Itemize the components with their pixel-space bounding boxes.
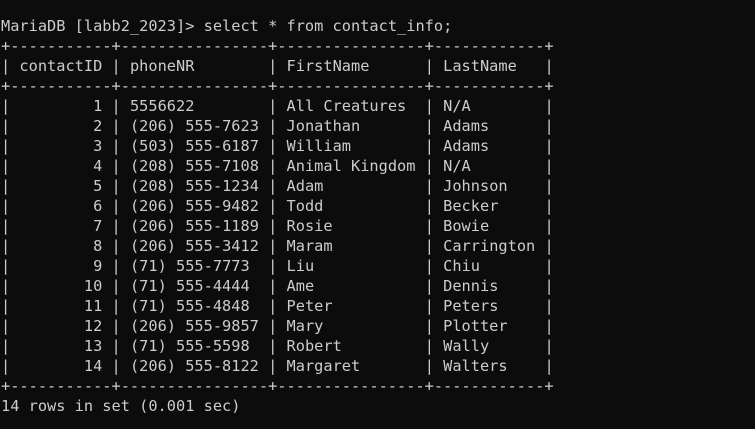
- table-cell: (206) 555-9857: [129, 317, 259, 335]
- table-header-row: | contactID | phoneNR | FirstName | Last…: [1, 57, 554, 75]
- table-cell: (71) 555-5598: [129, 337, 250, 355]
- table-row: | 4 | (208) 555-7108 | Animal Kingdom | …: [1, 157, 554, 175]
- table-cell: (206) 555-8122: [129, 357, 259, 375]
- table-cell: (206) 555-1189: [129, 217, 259, 235]
- column-header: LastName: [443, 57, 517, 75]
- table-cell: Jonathan: [286, 117, 361, 135]
- table-cell: Adam: [286, 177, 324, 195]
- table-cell: Adams: [443, 117, 490, 135]
- table-cell: (206) 555-9482: [129, 197, 259, 215]
- table-cell: Wally: [443, 337, 490, 355]
- table-cell: 6: [93, 197, 103, 215]
- table-cell: Johnson: [443, 177, 508, 195]
- column-header: FirstName: [286, 57, 370, 75]
- table-row: | 5 | (208) 555-1234 | Adam | Johnson |: [1, 177, 554, 195]
- table-cell: Walters: [443, 357, 508, 375]
- table-cell: Animal Kingdom: [286, 157, 416, 175]
- table-cell: 9: [93, 257, 103, 275]
- column-header: phoneNR: [129, 57, 195, 75]
- table-cell: Peter: [286, 297, 333, 315]
- prompt: MariaDB [labb2_2023]>: [1, 17, 195, 35]
- table-row: | 14 | (206) 555-8122 | Margaret | Walte…: [1, 357, 554, 375]
- table-cell: 10: [83, 277, 103, 295]
- terminal-window[interactable]: MariaDB [labb2_2023]> select * from cont…: [0, 0, 755, 429]
- command-text: select * from contact_info;: [203, 17, 453, 35]
- table-cell: Plotter: [443, 317, 508, 335]
- table-cell: Mary: [286, 317, 324, 335]
- table-cell: (208) 555-7108: [129, 157, 259, 175]
- table-cell: Chiu: [443, 257, 480, 275]
- table-cell: Margaret: [286, 357, 361, 375]
- table-cell: 2: [93, 117, 103, 135]
- query-result-table: +-----------+----------------+----------…: [1, 36, 755, 396]
- table-cell: Ame: [286, 277, 315, 295]
- table-cell: 12: [83, 317, 103, 335]
- table-cell: Adams: [443, 137, 490, 155]
- table-cell: (503) 555-6187: [129, 137, 259, 155]
- table-cell: 7: [93, 217, 103, 235]
- table-cell: (206) 555-3412: [129, 237, 259, 255]
- table-cell: N/A: [443, 157, 471, 175]
- table-cell: Bowie: [443, 217, 490, 235]
- table-cell: Carrington: [443, 237, 536, 255]
- table-cell: (71) 555-4444: [129, 277, 250, 295]
- table-row: | 12 | (206) 555-9857 | Mary | Plotter |: [1, 317, 554, 335]
- table-cell: (206) 555-7623: [129, 117, 259, 135]
- column-header: contactID: [19, 57, 103, 75]
- table-cell: Robert: [286, 337, 342, 355]
- table-cell: N/A: [443, 97, 471, 115]
- table-cell: (208) 555-1234: [129, 177, 259, 195]
- table-border: +-----------+----------------+----------…: [1, 377, 554, 395]
- table-cell: Liu: [286, 257, 315, 275]
- table-cell: Todd: [286, 197, 324, 215]
- table-cell: Maram: [286, 237, 333, 255]
- table-row: | 1 | 5556622 | All Creatures | N/A |: [1, 97, 554, 115]
- table-row: | 8 | (206) 555-3412 | Maram | Carringto…: [1, 237, 554, 255]
- table-cell: Peters: [443, 297, 499, 315]
- table-cell: Dennis: [443, 277, 499, 295]
- table-row: | 10 | (71) 555-4444 | Ame | Dennis |: [1, 277, 554, 295]
- table-row: | 6 | (206) 555-9482 | Todd | Becker |: [1, 197, 554, 215]
- table-row: | 7 | (206) 555-1189 | Rosie | Bowie |: [1, 217, 554, 235]
- table-row: | 3 | (503) 555-6187 | William | Adams |: [1, 137, 554, 155]
- table-cell: 8: [93, 237, 103, 255]
- table-row: | 11 | (71) 555-4848 | Peter | Peters |: [1, 297, 554, 315]
- table-cell: All Creatures: [286, 97, 407, 115]
- table-cell: 13: [83, 337, 103, 355]
- table-row: | 13 | (71) 555-5598 | Robert | Wally |: [1, 337, 554, 355]
- table-row: | 9 | (71) 555-7773 | Liu | Chiu |: [1, 257, 554, 275]
- table-cell: 11: [83, 297, 103, 315]
- table-border: +-----------+----------------+----------…: [1, 37, 554, 55]
- table-cell: 3: [93, 137, 103, 155]
- table-border: +-----------+----------------+----------…: [1, 77, 554, 95]
- table-cell: 14: [83, 357, 103, 375]
- table-cell: 4: [93, 157, 103, 175]
- table-cell: Becker: [443, 197, 499, 215]
- table-cell: (71) 555-4848: [129, 297, 250, 315]
- table-cell: 1: [93, 97, 103, 115]
- table-cell: (71) 555-7773: [129, 257, 250, 275]
- table-row: | 2 | (206) 555-7623 | Jonathan | Adams …: [1, 117, 554, 135]
- table-cell: 5556622: [129, 97, 195, 115]
- command-line: MariaDB [labb2_2023]> select * from cont…: [1, 16, 755, 36]
- table-cell: William: [286, 137, 352, 155]
- table-cell: Rosie: [286, 217, 333, 235]
- table-cell: 5: [93, 177, 103, 195]
- result-summary: 14 rows in set (0.001 sec): [1, 397, 241, 415]
